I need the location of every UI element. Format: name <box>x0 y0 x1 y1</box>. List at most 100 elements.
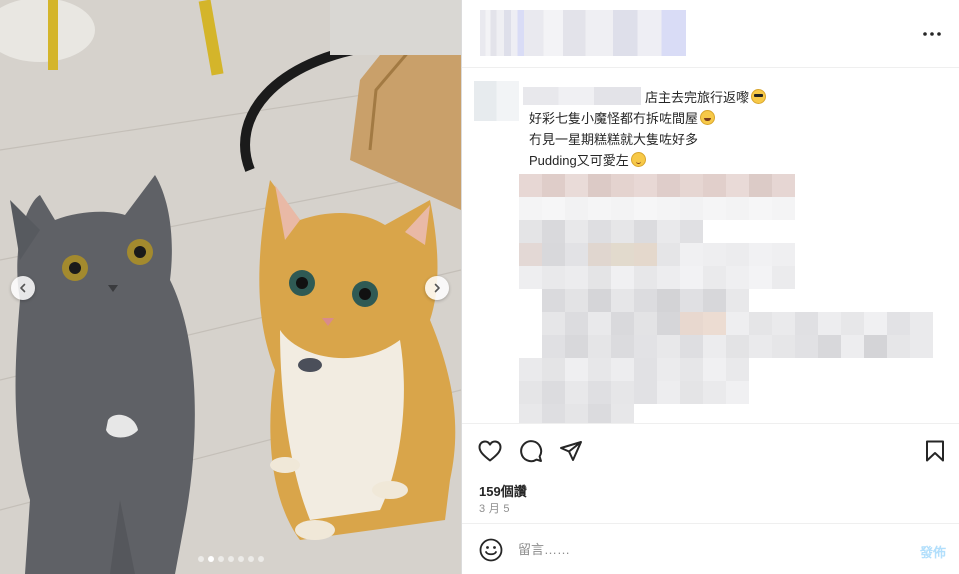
heart-icon <box>478 440 502 462</box>
caption-line-1: 店主去完旅行返嚟 <box>645 90 750 105</box>
blurred-comment-pixel <box>749 335 772 358</box>
carousel-dot <box>207 556 214 562</box>
blurred-comment-pixel <box>910 312 933 335</box>
laughing-emoji-icon <box>700 110 716 125</box>
blurred-comment-pixel <box>519 266 542 289</box>
blurred-comment-pixel <box>588 289 611 312</box>
blurred-comment-pixel <box>542 358 565 381</box>
post-details-panel: 店主去完旅行返嚟 好彩七隻小魔怪都冇拆咗間屋 冇見一星期糕糕就大隻咗好多 Pud… <box>461 0 959 574</box>
blurred-comment-pixel <box>519 381 542 404</box>
carousel-dot <box>237 556 244 562</box>
blurred-comment-pixel <box>634 335 657 358</box>
blurred-comment-pixel <box>565 404 588 423</box>
blurred-comment-pixel <box>703 381 726 404</box>
chevron-right-icon <box>434 283 440 293</box>
post-comment-button[interactable]: 發佈 <box>920 542 946 561</box>
blurred-comment-pixel <box>749 266 772 289</box>
blurred-comment-pixel <box>726 197 749 220</box>
blurred-comment-pixel <box>611 266 634 289</box>
blurred-comment-pixel <box>795 312 818 335</box>
blurred-comment-pixel <box>680 381 703 404</box>
caption-line-4: Pudding又可愛左 <box>529 153 629 168</box>
like-count[interactable]: 159個讚 <box>479 481 527 500</box>
blurred-comment-pixel <box>749 197 772 220</box>
blurred-comment-pixel <box>634 381 657 404</box>
bookmark-icon <box>926 440 944 462</box>
share-button[interactable] <box>558 438 584 464</box>
blurred-comment-pixel <box>657 197 680 220</box>
blurred-comment-pixel <box>680 220 703 243</box>
carousel-prev-button[interactable] <box>11 276 35 300</box>
blurred-comment-pixel <box>703 174 726 197</box>
blurred-comment-pixel <box>588 174 611 197</box>
blurred-comment-pixel <box>680 358 703 381</box>
post-header <box>462 0 959 68</box>
post-actions: 159個讚 3 月 5 <box>462 423 959 523</box>
carousel-dot <box>197 556 204 562</box>
blurred-comment-pixel <box>588 404 611 423</box>
blurred-comment-pixel <box>818 335 841 358</box>
blurred-comment-pixel <box>565 197 588 220</box>
post-date[interactable]: 3 月 5 <box>479 500 510 516</box>
blurred-comment-pixel <box>542 312 565 335</box>
blurred-comment-pixel <box>611 174 634 197</box>
blurred-comment-pixel <box>680 174 703 197</box>
blurred-comment-pixel <box>657 174 680 197</box>
blurred-comment-pixel <box>588 381 611 404</box>
blurred-comment-pixel <box>657 335 680 358</box>
blurred-comment-pixel <box>588 358 611 381</box>
blurred-comment-pixel <box>703 266 726 289</box>
blurred-comment-pixel <box>657 220 680 243</box>
cat-photo <box>0 0 461 574</box>
blurred-comment-pixel <box>565 243 588 266</box>
save-button[interactable] <box>922 438 948 464</box>
caption-line-3: 冇見一星期糕糕就大隻咗好多 <box>529 132 699 147</box>
blurred-comment-pixel <box>565 381 588 404</box>
post-media <box>0 0 461 574</box>
blurred-comment-pixel <box>703 289 726 312</box>
blurred-comment-pixel <box>542 404 565 423</box>
carousel-next-button[interactable] <box>425 276 449 300</box>
blurred-comment-pixel <box>565 289 588 312</box>
blurred-comment-pixel <box>680 312 703 335</box>
blurred-comment-pixel <box>519 358 542 381</box>
blurred-comment-pixel <box>657 312 680 335</box>
blurred-comment-pixel <box>588 335 611 358</box>
blurred-comment-pixel <box>864 312 887 335</box>
grey-cat <box>10 175 195 574</box>
blurred-commenter-avatar <box>474 81 519 121</box>
blurred-comment-pixel <box>887 312 910 335</box>
blurred-comment-pixel <box>772 197 795 220</box>
post-caption: 店主去完旅行返嚟 好彩七隻小魔怪都冇拆咗間屋 冇見一星期糕糕就大隻咗好多 Pud… <box>529 87 767 171</box>
blurred-comment-pixel <box>634 289 657 312</box>
blurred-comment-pixel <box>611 243 634 266</box>
blurred-comment-pixel <box>657 381 680 404</box>
blurred-comment-pixel <box>519 174 542 197</box>
blurred-comment-pixel <box>542 381 565 404</box>
blurred-comment-pixel <box>634 174 657 197</box>
sunglasses-emoji-icon <box>751 89 767 104</box>
blurred-comment-pixel <box>772 174 795 197</box>
blurred-comment-pixel <box>542 289 565 312</box>
blurred-comment-pixel <box>611 358 634 381</box>
blurred-comment-pixel <box>703 243 726 266</box>
blurred-comment-pixel <box>703 335 726 358</box>
blurred-comment-pixel <box>703 312 726 335</box>
blurred-comment-pixel <box>726 266 749 289</box>
smiling-emoji-icon <box>630 152 646 167</box>
blurred-comment-pixel <box>542 197 565 220</box>
blurred-comment-pixel <box>772 312 795 335</box>
blurred-comment-pixel <box>542 174 565 197</box>
blurred-comment-pixel <box>680 289 703 312</box>
blurred-comment-pixel <box>611 289 634 312</box>
blurred-comment-pixel <box>565 174 588 197</box>
blurred-comment-pixel <box>588 197 611 220</box>
carousel-dot <box>227 556 234 562</box>
like-button[interactable] <box>477 438 503 464</box>
more-options-button[interactable] <box>922 24 942 44</box>
comment-button[interactable] <box>518 438 544 464</box>
blurred-comment-pixel <box>611 404 634 423</box>
emoji-picker-button[interactable] <box>478 537 504 563</box>
blurred-comment-pixel <box>887 335 910 358</box>
comment-input[interactable] <box>518 538 878 560</box>
